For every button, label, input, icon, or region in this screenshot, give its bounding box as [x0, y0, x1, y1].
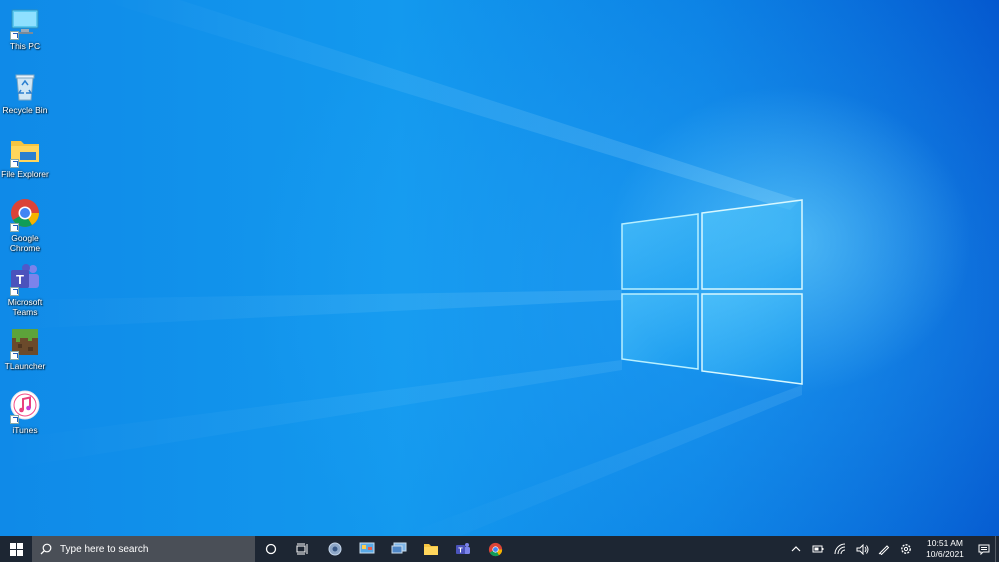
chevron-up-icon — [791, 546, 801, 552]
task-view-button[interactable] — [287, 536, 319, 562]
desktop-icon-label: Google Chrome — [9, 233, 41, 253]
desktop-icon-label: TLauncher — [4, 361, 46, 371]
taskbar-app-chrome[interactable] — [479, 536, 511, 562]
desktop-icon-label: Recycle Bin — [2, 105, 48, 115]
taskbar-app-remote-desktop[interactable] — [383, 536, 415, 562]
desktop-icon-file-explorer[interactable]: File Explorer — [0, 134, 50, 179]
this-pc-icon — [8, 6, 42, 40]
teams-icon: T — [8, 262, 42, 296]
windows-logo-wallpaper — [621, 199, 803, 385]
start-button[interactable] — [0, 536, 32, 562]
desktop-icon-this-pc[interactable]: This PC — [0, 6, 50, 51]
desktop-icon-microsoft-teams[interactable]: T Microsoft Teams — [0, 262, 50, 317]
taskbar-app-teams[interactable]: T — [447, 536, 479, 562]
shortcut-arrow-icon — [10, 223, 19, 232]
clock-date: 10/6/2021 — [926, 549, 964, 559]
search-placeholder: Type here to search — [60, 543, 149, 555]
system-tray: 10:51 AM 10/6/2021 — [785, 536, 999, 562]
desktop-wallpaper: This PC Recycle Bin File Explorer Google… — [0, 0, 999, 536]
taskbar-app-control-panel[interactable] — [351, 536, 383, 562]
battery-button[interactable] — [807, 536, 829, 562]
windows-icon — [9, 542, 23, 556]
desktop-icon-label: File Explorer — [1, 169, 49, 179]
desktop-icon-label: iTunes — [12, 425, 38, 435]
pen-icon — [878, 545, 890, 555]
taskbar-app-settings[interactable] — [319, 536, 351, 562]
shortcut-arrow-icon — [10, 159, 19, 168]
control-panel-icon — [359, 542, 375, 554]
desktop-icon-google-chrome[interactable]: Google Chrome — [0, 198, 50, 253]
show-hidden-icons-button[interactable] — [785, 536, 807, 562]
chrome-icon — [488, 542, 502, 556]
file-explorer-icon — [424, 544, 438, 555]
cortana-icon — [265, 543, 277, 555]
taskbar-app-file-explorer[interactable] — [415, 536, 447, 562]
gear-icon — [901, 544, 911, 554]
show-desktop-button[interactable] — [995, 536, 999, 562]
taskbar-search-box[interactable]: Type here to search — [32, 536, 255, 562]
desktop-icon-tlauncher[interactable]: TLauncher — [0, 326, 50, 371]
pen-workspace-button[interactable] — [873, 536, 895, 562]
taskbar: Type here to search T 10:51 AM 10/6/2021 — [0, 536, 999, 562]
tray-settings-button[interactable] — [895, 536, 917, 562]
desktop-icon-label: Microsoft Teams — [7, 297, 43, 317]
shortcut-arrow-icon — [10, 351, 19, 360]
file-explorer-icon — [8, 134, 42, 168]
network-button[interactable] — [829, 536, 851, 562]
wifi-icon — [834, 543, 846, 555]
desktop-icon-label: This PC — [9, 41, 41, 51]
svg-text:T: T — [16, 272, 24, 287]
shortcut-arrow-icon — [10, 31, 19, 40]
desktop-icon-itunes[interactable]: iTunes — [0, 390, 50, 435]
recycle-bin-icon — [8, 70, 42, 104]
tlauncher-icon — [8, 326, 42, 360]
clock-time: 10:51 AM — [927, 538, 963, 548]
remote-desktop-icon — [391, 542, 407, 554]
cortana-button[interactable] — [255, 536, 287, 562]
taskbar-clock[interactable]: 10:51 AM 10/6/2021 — [921, 538, 969, 560]
task-view-icon — [296, 543, 308, 555]
volume-icon — [856, 543, 868, 555]
notification-icon — [978, 544, 990, 555]
chrome-icon — [8, 198, 42, 232]
battery-icon — [812, 545, 824, 553]
search-icon — [40, 543, 52, 555]
shortcut-arrow-icon — [10, 287, 19, 296]
action-center-button[interactable] — [973, 536, 995, 562]
settings-gear-icon — [328, 542, 342, 556]
teams-icon: T — [456, 543, 470, 555]
itunes-icon — [8, 390, 42, 424]
shortcut-arrow-icon — [10, 415, 19, 424]
volume-button[interactable] — [851, 536, 873, 562]
svg-text:T: T — [458, 548, 463, 555]
desktop-icon-recycle-bin[interactable]: Recycle Bin — [0, 70, 50, 115]
